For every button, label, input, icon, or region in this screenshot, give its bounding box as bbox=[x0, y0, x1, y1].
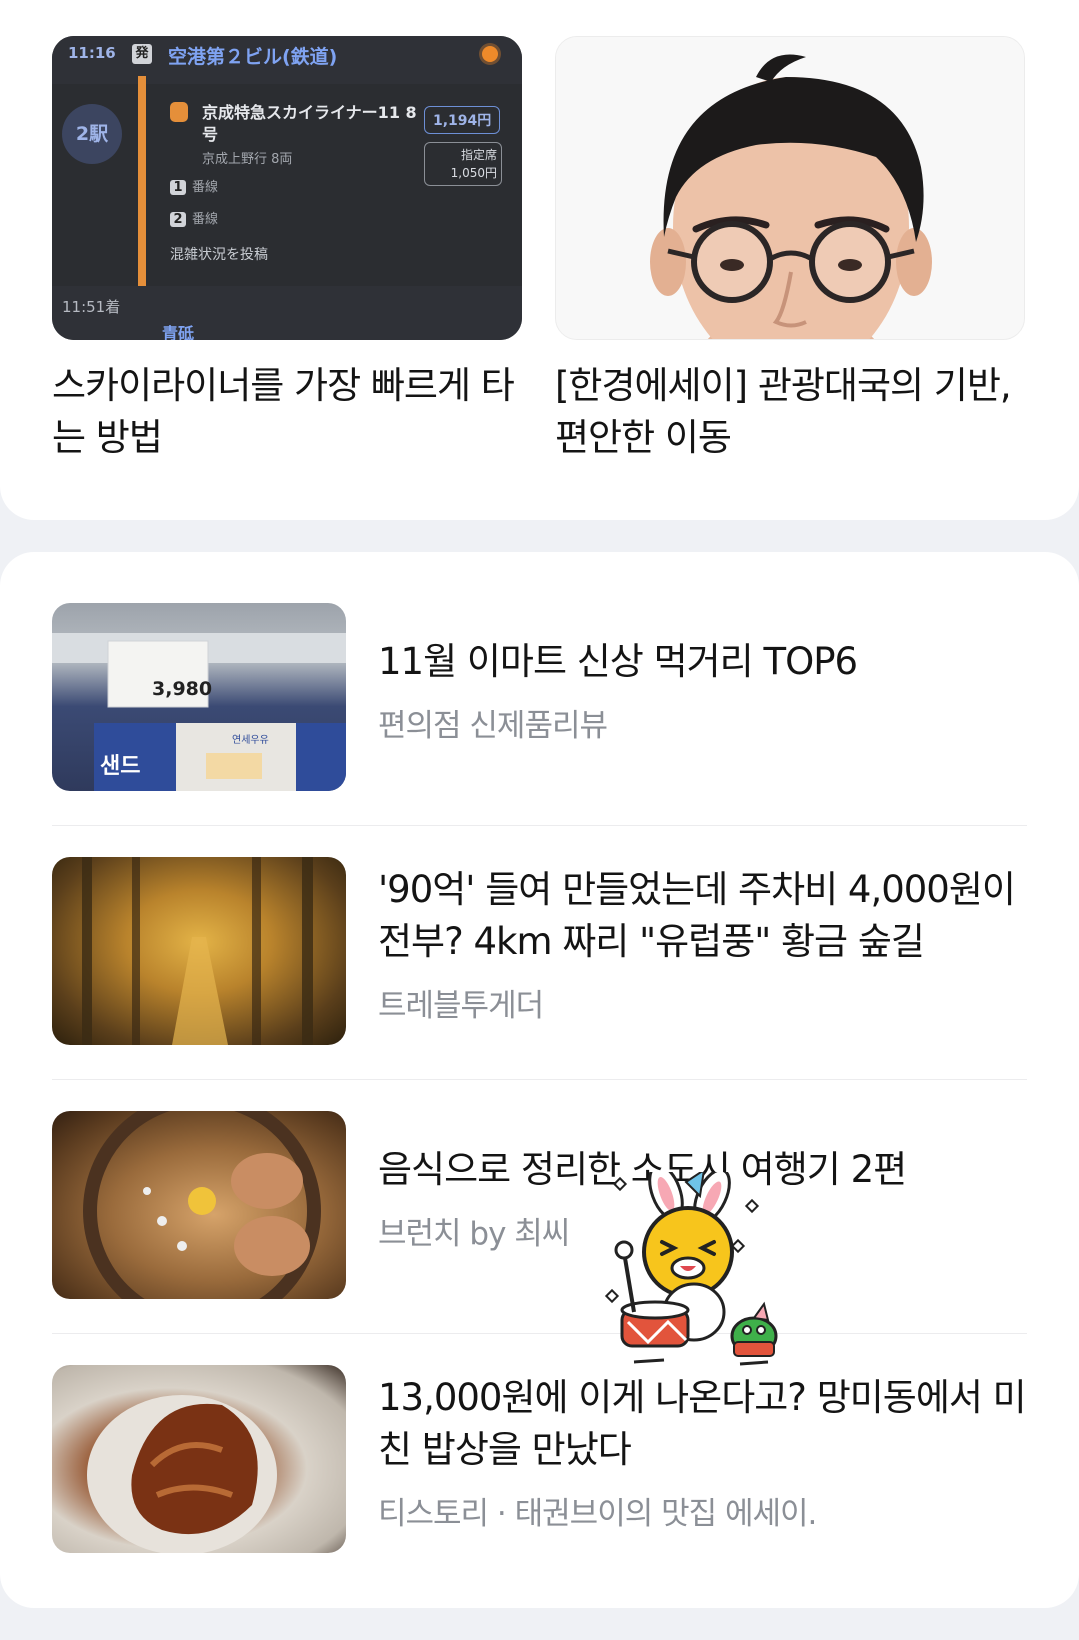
reserved-fare: 指定席 1,050円 bbox=[424, 142, 502, 186]
article-title: '90억' 들여 만들었는데 주차비 4,000원이 전부? 4km 짜리 "유… bbox=[378, 868, 1016, 963]
thumbnail-dish bbox=[52, 1365, 346, 1553]
thumbnail-ramen bbox=[52, 1111, 346, 1299]
thumbnail-mart: 3,980 샌드 연세우유 bbox=[52, 603, 346, 791]
departure-track: 1 番線 bbox=[170, 176, 218, 195]
thumbnail-transit-app: 11:16 発 空港第２ビル(鉄道) 2駅 京成特急スカイライナー11 8号 京… bbox=[52, 36, 522, 340]
arrival-track: 2 番線 bbox=[170, 208, 218, 227]
depart-badge: 発 bbox=[132, 44, 152, 64]
article-list-card: 3,980 샌드 연세우유 11월 이마트 신상 먹거리 TOP6 편의점 신제… bbox=[0, 552, 1079, 1608]
article-source: 편의점 신제품리뷰 bbox=[378, 708, 608, 744]
list-item[interactable]: 3,980 샌드 연세우유 11월 이마트 신상 먹거리 TOP6 편의점 신제… bbox=[52, 552, 1027, 806]
list-item[interactable]: 음식으로 정리한 소도시 여행기 2편 브런치 by 최씨 bbox=[52, 1060, 1027, 1314]
weather-icon bbox=[482, 46, 498, 62]
departure-time: 11:16 bbox=[68, 44, 116, 62]
stops-count: 2駅 bbox=[62, 104, 122, 164]
train-icon bbox=[170, 102, 188, 122]
train-destination: 京成上野行 8両 bbox=[202, 152, 293, 167]
list-item[interactable]: '90억' 들여 만들었는데 주차비 4,000원이 전부? 4km 짜리 "유… bbox=[52, 806, 1027, 1060]
drummer-character-sticker-icon bbox=[604, 1172, 778, 1366]
featured-item-essay[interactable]: [한경에세이] 관광대국의 기반, 편안한 이동 bbox=[555, 36, 1027, 464]
featured-title[interactable]: [한경에세이] 관광대국의 기반, 편안한 이동 bbox=[555, 360, 1025, 464]
thumbnail-golden-forest bbox=[52, 857, 346, 1045]
brand-label: 연세우유 bbox=[232, 734, 269, 746]
article-title: 11월 이마트 신상 먹거리 TOP6 bbox=[378, 640, 858, 683]
arrival-time: 11:51着 bbox=[62, 298, 121, 316]
train-name: 京成特急スカイライナー11 8号 bbox=[202, 103, 417, 144]
thumbnail-portrait bbox=[555, 36, 1025, 340]
featured-title[interactable]: 스카이라이너를 가장 빠르게 타는 방법 bbox=[52, 360, 522, 464]
featured-item-skyliner[interactable]: 11:16 発 空港第２ビル(鉄道) 2駅 京成特急スカイライナー11 8号 京… bbox=[52, 36, 524, 464]
arrival-station: 青砥 bbox=[162, 324, 195, 340]
article-source: 트레블투게더 bbox=[378, 988, 544, 1024]
article-source: 티스토리 · 태권브이의 맛집 에세이. bbox=[378, 1496, 817, 1532]
portrait-image bbox=[556, 37, 1024, 339]
product-label: 샌드 bbox=[100, 754, 140, 779]
post-congestion-link: 混雑状況を投稿 bbox=[170, 247, 268, 263]
departure-station: 空港第２ビル(鉄道) bbox=[168, 46, 338, 68]
article-title: 13,000원에 이게 나온다고? 망미동에서 미친 밥상을 만났다 bbox=[378, 1376, 1027, 1471]
list-item[interactable]: 13,000원에 이게 나온다고? 망미동에서 미친 밥상을 만났다 티스토리 … bbox=[52, 1314, 1027, 1568]
featured-card: 11:16 発 空港第２ビル(鉄道) 2駅 京成特急スカイライナー11 8号 京… bbox=[0, 0, 1079, 520]
fare-label: 1,194円 bbox=[424, 106, 501, 134]
price-tag-text: 3,980 bbox=[152, 678, 212, 700]
